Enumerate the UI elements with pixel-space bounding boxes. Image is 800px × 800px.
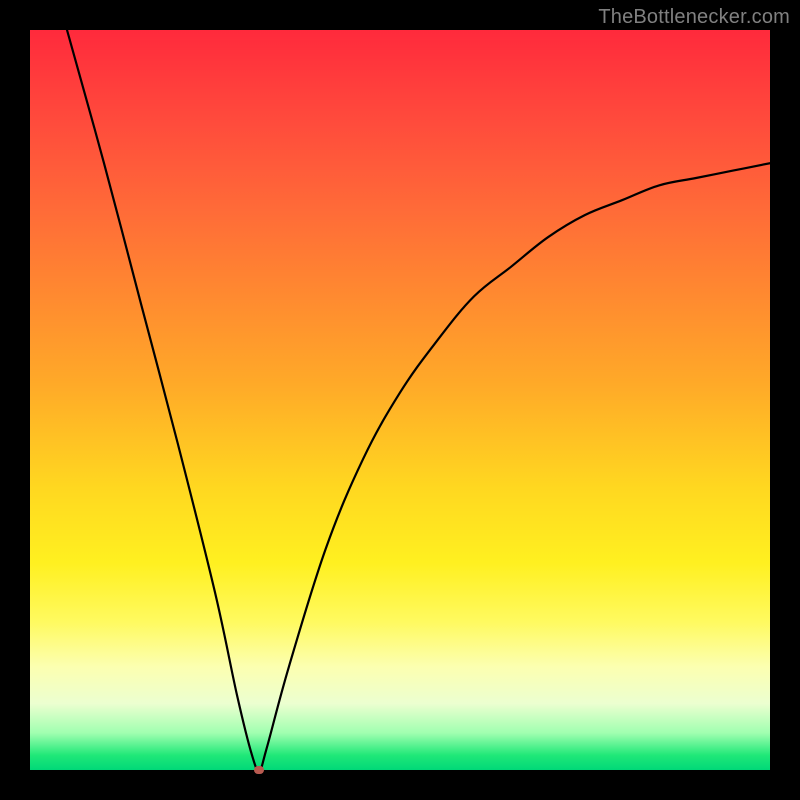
marker-dot: [254, 766, 264, 774]
curve-svg: [30, 30, 770, 770]
bottleneck-curve: [67, 30, 770, 770]
attribution-text: TheBottlenecker.com: [598, 6, 790, 29]
plot-area: [30, 30, 770, 770]
